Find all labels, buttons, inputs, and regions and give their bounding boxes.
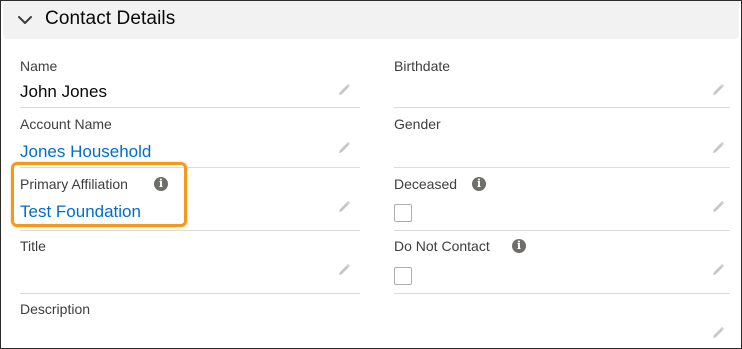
pencil-icon[interactable]: [337, 263, 351, 277]
deceased-label: Deceased: [394, 176, 458, 192]
deceased-checkbox[interactable]: [394, 204, 412, 222]
pencil-icon[interactable]: [711, 263, 725, 277]
divider: [20, 230, 360, 231]
contact-details-panel: Contact Details Name John Jones Birthdat…: [0, 0, 742, 349]
section-header[interactable]: Contact Details: [3, 1, 739, 39]
primary-affiliation-link[interactable]: Test Foundation: [20, 202, 141, 222]
pencil-icon[interactable]: [711, 326, 725, 340]
divider: [20, 293, 360, 294]
title-label: Title: [20, 238, 46, 254]
name-label: Name: [20, 58, 58, 74]
primary-affiliation-label: Primary Affiliation: [20, 176, 128, 192]
do-not-contact-checkbox[interactable]: [394, 267, 412, 285]
pencil-icon[interactable]: [337, 200, 351, 214]
chevron-down-icon[interactable]: [17, 12, 33, 28]
divider: [394, 167, 730, 168]
pencil-icon[interactable]: [337, 83, 351, 97]
account-name-link[interactable]: Jones Household: [20, 142, 151, 162]
birthdate-label: Birthdate: [394, 58, 451, 74]
info-icon[interactable]: i: [154, 177, 168, 191]
description-label: Description: [20, 301, 91, 317]
account-name-label: Account Name: [20, 116, 112, 132]
do-not-contact-label: Do Not Contact: [394, 238, 490, 254]
divider: [394, 293, 730, 294]
pencil-icon[interactable]: [337, 141, 351, 155]
pencil-icon[interactable]: [711, 83, 725, 97]
pencil-icon[interactable]: [711, 141, 725, 155]
divider: [394, 230, 730, 231]
divider: [394, 107, 730, 108]
pencil-icon[interactable]: [711, 200, 725, 214]
name-value: John Jones: [20, 82, 107, 101]
divider: [20, 107, 360, 108]
section-title: Contact Details: [45, 8, 176, 29]
info-icon[interactable]: i: [512, 239, 526, 253]
info-icon[interactable]: i: [472, 177, 486, 191]
gender-label: Gender: [394, 116, 441, 132]
divider: [20, 167, 360, 168]
